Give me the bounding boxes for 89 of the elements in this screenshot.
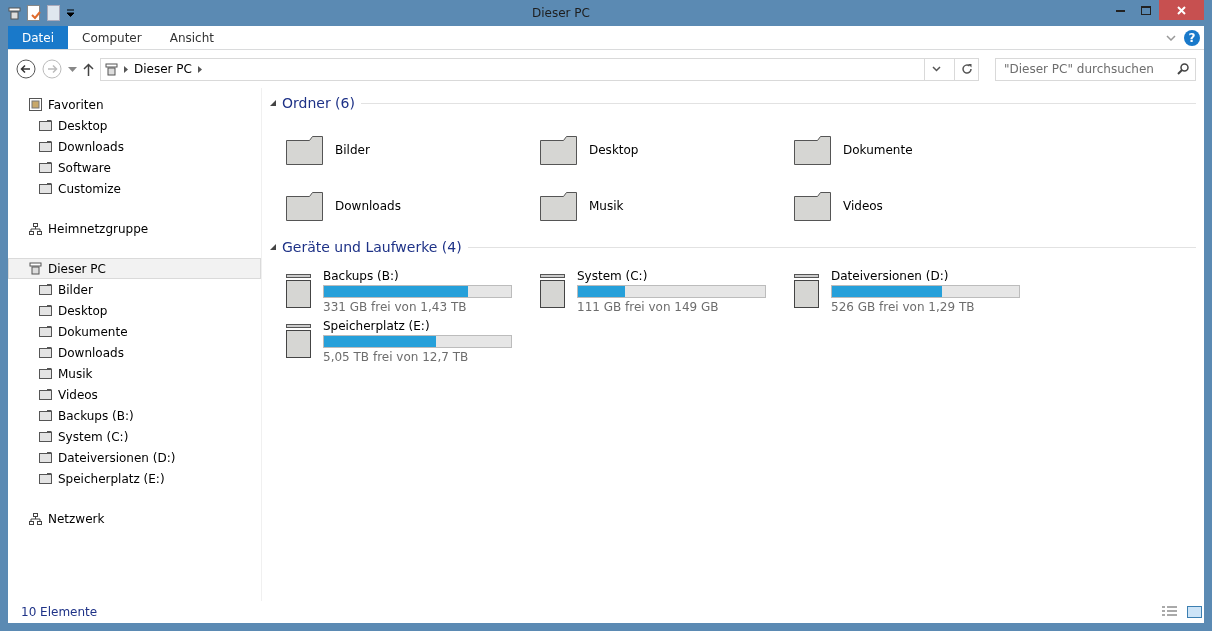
chevron-down-icon [932, 66, 941, 72]
ribbon-tab[interactable]: Datei [8, 26, 68, 49]
drive-name[interactable]: System (C:) [577, 268, 766, 283]
favorites-icon [29, 98, 42, 111]
search-field[interactable]: "Dieser PC" durchsuchen [995, 57, 1196, 81]
drive-name[interactable]: Backups (B:) [323, 268, 512, 283]
folder-icon [794, 191, 831, 221]
folder-name[interactable]: Dokumente [843, 143, 913, 157]
nav-item[interactable]: Bilder [8, 279, 261, 300]
recent-dropdown[interactable] [68, 66, 77, 72]
chevron-right-icon[interactable] [197, 65, 202, 73]
nav-item[interactable]: Software [8, 157, 261, 178]
nav-item[interactable]: Downloads [8, 136, 261, 157]
folder-icon [39, 347, 52, 358]
folder-name[interactable]: Videos [843, 199, 883, 213]
chevron-down-icon[interactable] [1166, 34, 1176, 41]
back-button[interactable] [16, 59, 36, 79]
folder-icon [39, 452, 52, 463]
free-space: 526 GB frei von 1,29 TB [831, 299, 976, 314]
nav-item[interactable]: Desktop [8, 115, 261, 136]
folder-icon [39, 368, 52, 379]
nav-item[interactable]: Backups (B:) [8, 405, 261, 426]
close-icon [1177, 5, 1186, 15]
item-count: 10 Elemente [21, 605, 98, 619]
computer-icon [29, 262, 42, 275]
drive-icon [286, 274, 311, 308]
folder-icon [39, 410, 52, 421]
window-title: Dieser PC [531, 6, 591, 20]
tiles-view-button[interactable] [1185, 606, 1204, 618]
minimize-icon [1115, 8, 1125, 12]
folder-icon [39, 120, 52, 131]
help-button[interactable]: ? [1184, 29, 1200, 46]
nav-item[interactable]: Videos [8, 384, 261, 405]
document-icon[interactable] [27, 5, 41, 21]
folder-icon [39, 431, 52, 442]
folder-icon [39, 284, 52, 295]
free-space: 5,05 TB frei von 12,7 TB [323, 349, 470, 364]
folder-icon [39, 183, 52, 194]
nav-item[interactable]: Heimnetzgruppe [8, 218, 261, 239]
up-button[interactable] [83, 62, 94, 76]
address-bar[interactable]: Dieser PC [100, 57, 979, 81]
folder-icon [39, 326, 52, 337]
nav-item[interactable]: Desktop [8, 300, 261, 321]
nav-item[interactable]: Customize [8, 178, 261, 199]
folder-icon [39, 141, 52, 152]
folder-icon [39, 305, 52, 316]
folder-icon [39, 162, 52, 173]
search-icon[interactable] [1177, 62, 1189, 75]
free-space: 331 GB frei von 1,43 TB [323, 299, 468, 314]
nav-item[interactable]: Downloads [8, 342, 261, 363]
maximize-icon [1141, 5, 1151, 15]
folder-icon [286, 135, 323, 165]
drive-icon [794, 274, 819, 308]
nav-item[interactable]: Musik [8, 363, 261, 384]
folder-icon [39, 473, 52, 484]
nav-item[interactable]: Dokumente [8, 321, 261, 342]
nav-item[interactable]: Speicherplatz (E:) [8, 468, 261, 489]
nav-item[interactable]: Favoriten [8, 94, 261, 115]
nav-item[interactable]: Netzwerk [8, 508, 261, 529]
collapse-icon[interactable] [270, 100, 276, 106]
folder-icon [286, 191, 323, 221]
drive-icon [286, 324, 311, 358]
folder-icon [794, 135, 831, 165]
drive-name[interactable]: Dateiversionen (D:) [831, 268, 1020, 283]
folder-name[interactable]: Desktop [589, 143, 639, 157]
close-button[interactable] [1159, 0, 1204, 20]
folder-name[interactable]: Musik [589, 199, 624, 213]
breadcrumb[interactable]: Dieser PC [134, 62, 192, 76]
section-title[interactable]: Ordner (6) [282, 95, 355, 111]
refresh-icon [960, 63, 973, 75]
network-icon [29, 222, 42, 235]
computer-icon [105, 62, 118, 76]
section-title[interactable]: Geräte und Laufwerke (4) [282, 239, 462, 255]
collapse-icon[interactable] [270, 244, 276, 250]
nav-item[interactable]: Dieser PC [8, 258, 261, 279]
network-icon [29, 512, 42, 525]
folder-icon [540, 135, 577, 165]
drive-name[interactable]: Speicherplatz (E:) [323, 318, 512, 333]
nav-item[interactable]: System (C:) [8, 426, 261, 447]
chevron-right-icon [124, 65, 128, 73]
dropdown-icon[interactable] [66, 9, 75, 17]
folder-name[interactable]: Downloads [335, 199, 401, 213]
folder-icon [540, 191, 577, 221]
drive-icon [540, 274, 565, 308]
nav-item[interactable]: Dateiversionen (D:) [8, 447, 261, 468]
computer-icon [8, 6, 21, 20]
folder-name[interactable]: Bilder [335, 143, 370, 157]
folder-icon [39, 389, 52, 400]
free-space: 111 GB frei von 149 GB [577, 299, 720, 314]
